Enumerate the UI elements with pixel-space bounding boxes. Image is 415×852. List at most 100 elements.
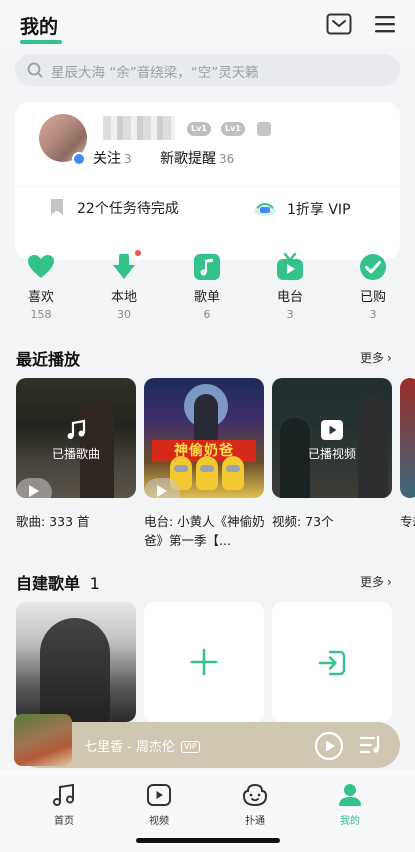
plus-icon [190,648,218,676]
bookmark-icon [51,199,63,215]
quick-item-local[interactable]: 本地 30 [89,248,159,321]
card-overlay-label: 已播歌曲 [51,447,100,461]
vip-offer-link[interactable]: 1折享 VIP [253,198,351,219]
quick-item-favorites[interactable]: 喜欢 158 [6,248,76,321]
top-header: 我的 [0,0,415,48]
import-playlist-button[interactable] [272,602,392,722]
new-dot [135,250,141,256]
now-playing-song: 七里香 - 周杰伦 [84,740,175,755]
search-placeholder: 星辰大海 “余”音绕梁，“空”灵天籁 [51,65,259,81]
newsong-count: 36 [219,152,235,166]
playlist-card[interactable] [16,602,136,722]
play-icon [157,485,167,497]
download-icon [113,254,135,279]
quick-item-playlists[interactable]: 歌单 6 [172,248,242,321]
music-note-icon [194,254,220,280]
verified-badge-icon [72,152,86,166]
home-indicator [136,838,280,843]
quick-count: 158 [30,308,52,321]
tab-video[interactable]: 视频 [129,782,189,827]
profile-card: Lv1 Lv1 关注 3 新歌提醒 36 22个任务待完成 1折享 VIP [15,102,400,260]
playlists-count: 1 [89,574,100,593]
playlists-more-link[interactable]: 更多 › [360,573,392,590]
follow-count: 3 [124,152,132,166]
playlists-section-title: 自建歌单 1 [16,570,100,594]
recent-more-link[interactable]: 更多 › [360,349,392,366]
quick-entries: 喜欢 158 本地 30 歌单 6 电台 3 已购 3 [0,248,415,328]
play-button[interactable] [144,478,180,498]
tab-putong[interactable]: 扑通 [225,782,285,827]
music-note-icon [67,419,86,439]
recent-section-title: 最近播放 [16,350,81,369]
recent-card-partial[interactable] [400,378,415,498]
face-icon [242,783,268,807]
check-circle-icon [360,254,386,280]
recent-caption: 视频: 73个 [272,514,334,529]
play-button[interactable] [16,478,52,498]
follow-link[interactable]: 关注 3 [93,148,132,168]
search-icon [27,62,43,78]
poster-minion [222,456,244,490]
now-playing-title[interactable]: 七里香 - 周杰伦 VIP [84,736,200,755]
level-badge[interactable]: Lv1 [221,122,245,136]
chevron-right-icon: › [387,575,392,589]
now-playing-cover[interactable] [14,714,72,766]
vip-text: 1折享 VIP [287,202,351,218]
vip-mark-icon[interactable] [257,122,271,136]
quick-label: 已购 [359,290,386,305]
poster-minion [196,456,218,490]
playlist-queue-icon[interactable] [360,735,382,755]
playlist-cover-figure [40,618,110,722]
quick-count: 3 [369,308,377,321]
level-badge[interactable]: Lv1 [187,122,211,136]
play-pause-button[interactable] [314,731,344,761]
page-title: 我的 [20,16,59,38]
recent-caption: 专劫 [400,514,415,529]
create-playlist-button[interactable] [144,602,264,722]
search-bar[interactable]: 星辰大海 “余”音绕梁，“空”灵天籁 [15,54,400,86]
recent-card-songs[interactable]: 已播歌曲 [16,378,136,498]
tasks-text: 22个任务待完成 [77,201,179,217]
tab-label: 视频 [149,816,169,827]
quick-label: 喜欢 [27,290,54,305]
menu-icon[interactable] [372,13,398,35]
card-overlay-label: 已播视频 [307,447,356,461]
quick-count: 6 [203,308,211,321]
mini-player[interactable]: 七里香 - 周杰伦 VIP [14,714,400,768]
quick-label: 歌单 [193,290,220,305]
quick-item-radio[interactable]: 电台 3 [255,248,325,321]
more-label: 更多 [360,575,385,589]
music-note-icon [53,783,74,806]
vip-tag: VIP [180,741,200,753]
tab-home[interactable]: 首页 [34,782,94,827]
recent-caption: 歌曲: 333 首 [16,514,90,529]
tab-label: 扑通 [245,816,265,827]
play-icon [29,485,39,497]
recent-caption: 电台: 小黄人《神偷奶爸》第一季【... [144,514,265,548]
quick-count: 3 [286,308,294,321]
person-icon [339,784,361,806]
heart-icon [28,255,54,278]
video-icon [147,784,171,806]
vip-gift-icon [254,203,276,216]
tasks-link[interactable]: 22个任务待完成 [49,198,179,218]
tab-label: 我的 [340,816,360,827]
playlists-title: 自建歌单 [16,574,81,593]
quick-count: 30 [117,308,131,321]
newsong-label: 新歌提醒 [160,151,216,167]
tab-mine[interactable]: 我的 [320,782,380,827]
username-blurred[interactable] [103,116,175,140]
quick-item-purchased[interactable]: 已购 3 [338,248,408,321]
radio-icon [277,252,303,280]
recent-card-videos[interactable]: 已播视频 [272,378,392,498]
message-inbox-icon[interactable] [326,13,352,35]
follow-label: 关注 [93,151,121,167]
more-label: 更多 [360,351,385,365]
quick-label: 电台 [276,290,303,305]
divider [15,186,400,187]
new-song-alert-link[interactable]: 新歌提醒 36 [160,148,234,168]
tab-label: 首页 [54,816,74,827]
video-play-icon [321,420,343,440]
title-underline [20,40,62,44]
recent-card-radio[interactable]: 神偷奶爸 [144,378,264,498]
